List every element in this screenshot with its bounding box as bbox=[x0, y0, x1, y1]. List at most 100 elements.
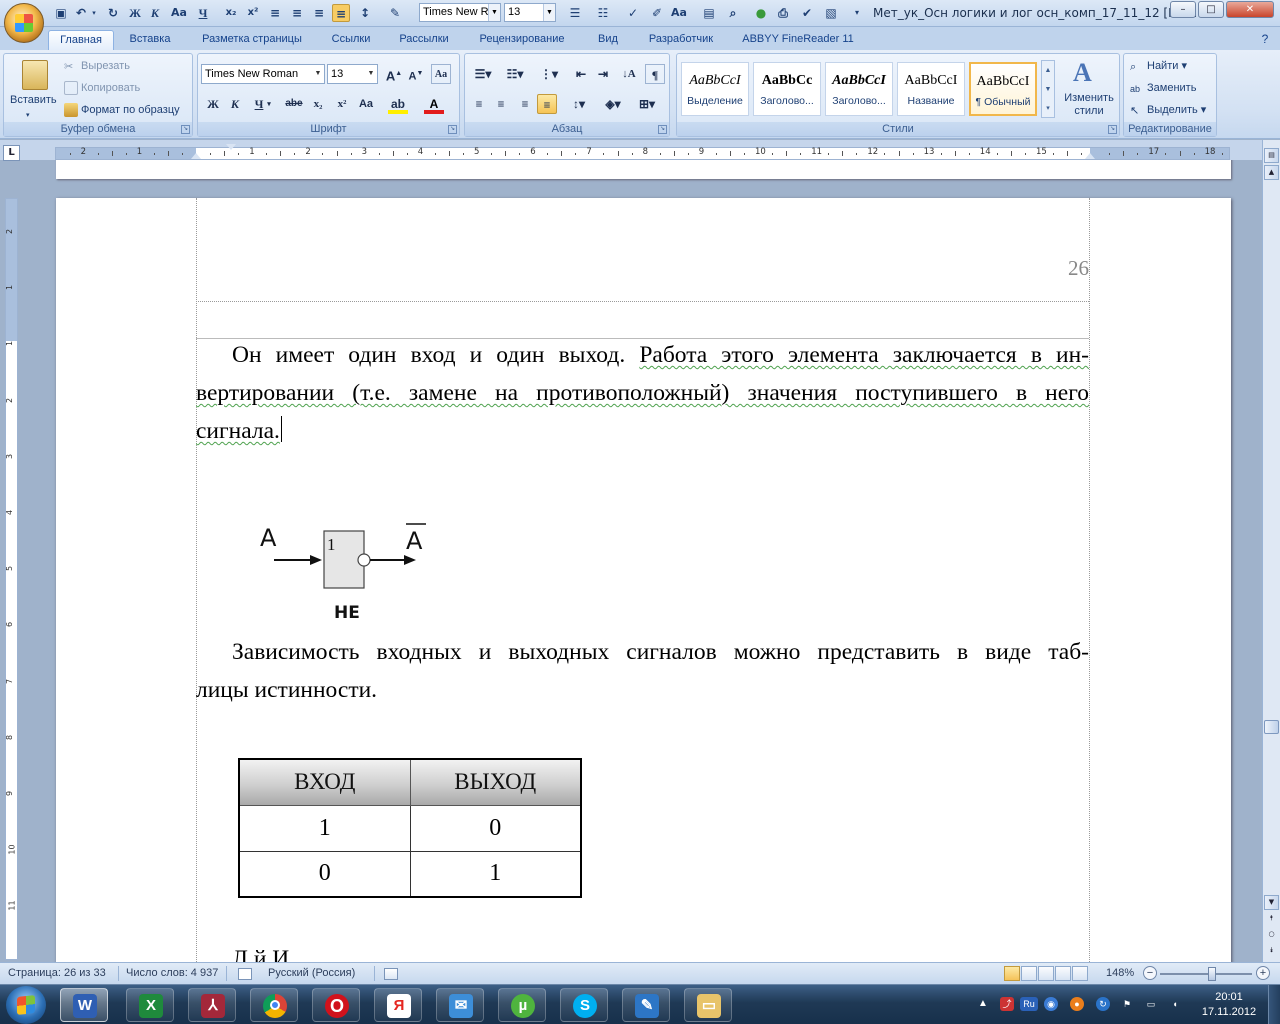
close-button[interactable]: ✕ bbox=[1226, 1, 1274, 18]
font-name-combo[interactable]: Times New Roman ▼ bbox=[201, 64, 325, 84]
align-center-button[interactable]: ≡ bbox=[491, 94, 511, 114]
italic-button[interactable]: К bbox=[225, 94, 245, 114]
tray-monitor-icon[interactable]: ▭ bbox=[1144, 997, 1158, 1011]
help-icon[interactable]: ? bbox=[1256, 30, 1274, 50]
circle-icon[interactable]: ● bbox=[752, 4, 770, 22]
numbering-button[interactable]: ☷▾ bbox=[501, 64, 529, 84]
minimize-button[interactable]: – bbox=[1170, 1, 1196, 18]
clear-format-icon[interactable]: Aa bbox=[431, 64, 451, 84]
taskbar-mail[interactable]: ✉ bbox=[436, 988, 484, 1022]
tab-review[interactable]: Рецензирование bbox=[470, 30, 574, 50]
next-page-icon[interactable]: ⯯ bbox=[1264, 944, 1279, 959]
shrink-font-icon[interactable]: A▼ bbox=[406, 64, 426, 84]
taskbar-word[interactable]: W bbox=[60, 988, 108, 1022]
copy-button[interactable]: Копировать bbox=[64, 80, 140, 96]
style-emphasis[interactable]: AaBbCcI Выделение bbox=[681, 62, 749, 116]
line-spacing-icon[interactable]: ↕ bbox=[356, 4, 374, 22]
proofing-icon[interactable] bbox=[238, 968, 252, 980]
tab-view[interactable]: Вид bbox=[588, 30, 628, 50]
find-icon[interactable]: ⌕ bbox=[724, 4, 742, 22]
macro-record-icon[interactable] bbox=[384, 968, 398, 980]
customize-qat-icon[interactable]: ▾ bbox=[848, 4, 866, 22]
outline-view-icon[interactable] bbox=[1055, 966, 1071, 981]
taskbar-yandex[interactable]: Я bbox=[374, 988, 422, 1022]
tab-references[interactable]: Ссылки bbox=[322, 30, 380, 50]
subscript-icon[interactable]: x₂ bbox=[222, 4, 240, 22]
taskbar-explorer[interactable]: ▭ bbox=[684, 988, 732, 1022]
vertical-scrollbar[interactable]: ▤ ▲ ▼ ⯭ ○ ⯯ bbox=[1262, 140, 1280, 962]
format-painter-button[interactable]: Формат по образцу bbox=[64, 102, 180, 118]
zoom-slider-thumb[interactable] bbox=[1208, 967, 1216, 981]
scroll-down-icon[interactable]: ▼ bbox=[1264, 895, 1279, 910]
bold-button[interactable]: Ж bbox=[203, 94, 223, 114]
taskbar-opera[interactable]: O bbox=[312, 988, 360, 1022]
tray-browser-icon[interactable]: ● bbox=[1070, 997, 1084, 1011]
document-page[interactable]: 26 Он имеет один вход и один выход. Рабо… bbox=[56, 198, 1231, 962]
italic-icon[interactable]: К bbox=[146, 4, 164, 22]
replace-button[interactable]: ab Заменить bbox=[1130, 80, 1196, 96]
multilevel-list-button[interactable]: ⋮▾ bbox=[535, 64, 563, 84]
superscript-icon[interactable]: x² bbox=[244, 4, 262, 22]
show-marks-button[interactable]: ¶ bbox=[645, 64, 665, 84]
clipboard-launcher-icon[interactable]: ↘ bbox=[181, 125, 190, 134]
print-icon[interactable]: ⎙ bbox=[774, 4, 792, 22]
increase-indent-button[interactable]: ⇥ bbox=[593, 64, 613, 84]
language-indicator[interactable]: Русский (Россия) bbox=[268, 967, 355, 979]
style-heading-2[interactable]: AaBbCcI Заголово... bbox=[825, 62, 893, 116]
tray-update-icon[interactable]: ↻ bbox=[1096, 997, 1110, 1011]
select-button[interactable]: ↖ Выделить ▾ bbox=[1130, 102, 1206, 118]
align-right-icon[interactable]: ≡ bbox=[310, 4, 328, 22]
borders-button[interactable]: ⊞▾ bbox=[633, 94, 661, 114]
taskbar-chrome[interactable] bbox=[250, 988, 298, 1022]
language-indicator-tray[interactable]: Ru bbox=[1020, 997, 1038, 1011]
align-center-icon[interactable]: ≡ bbox=[288, 4, 306, 22]
scroll-thumb[interactable] bbox=[1264, 720, 1279, 734]
hanging-indent-marker[interactable] bbox=[191, 153, 201, 159]
subscript-button[interactable]: x₂ bbox=[308, 94, 328, 114]
bullets-icon[interactable]: ☰ bbox=[566, 4, 584, 22]
highlight-icon[interactable]: ✎ bbox=[386, 4, 404, 22]
line-spacing-button[interactable]: ↕▾ bbox=[565, 94, 593, 114]
styles-launcher-icon[interactable]: ↘ bbox=[1108, 125, 1117, 134]
picture-icon[interactable]: ▧ bbox=[822, 4, 840, 22]
change-styles-button[interactable]: Изменить стили bbox=[1061, 92, 1117, 118]
taskbar-acrobat[interactable]: ⅄ bbox=[188, 988, 236, 1022]
tray-arrow-icon[interactable]: ▲ bbox=[976, 997, 990, 1011]
page-indicator[interactable]: Страница: 26 из 33 bbox=[8, 967, 106, 979]
grow-font-icon[interactable]: A▲ bbox=[384, 64, 404, 84]
sort-button[interactable]: ↓A bbox=[619, 64, 639, 84]
find-button[interactable]: ⌕ Найти ▾ bbox=[1130, 58, 1187, 74]
change-case-icon[interactable]: Aa bbox=[170, 4, 188, 22]
tab-home[interactable]: Главная bbox=[48, 30, 114, 50]
paste-icon[interactable]: ▤ bbox=[700, 4, 718, 22]
align-left-icon[interactable]: ≡ bbox=[266, 4, 284, 22]
align-right-button[interactable]: ≡ bbox=[515, 94, 535, 114]
tray-pdf-icon[interactable]: ⤴ bbox=[1000, 997, 1014, 1011]
zoom-out-button[interactable]: − bbox=[1143, 966, 1157, 980]
undo-icon[interactable]: ↶ bbox=[72, 4, 90, 22]
office-button[interactable] bbox=[4, 3, 44, 43]
superscript-button[interactable]: x² bbox=[332, 94, 352, 114]
taskbar-utorrent[interactable]: µ bbox=[498, 988, 546, 1022]
view-ruler-icon[interactable]: ▤ bbox=[1264, 148, 1279, 163]
start-button[interactable] bbox=[6, 986, 46, 1024]
word-count[interactable]: Число слов: 4 937 bbox=[126, 967, 218, 979]
print-layout-view-icon[interactable] bbox=[1004, 966, 1020, 981]
paragraph-2[interactable]: Зависимость входных и выходных сигналов … bbox=[196, 633, 1089, 709]
taskbar-excel[interactable]: X bbox=[126, 988, 174, 1022]
tab-insert[interactable]: Вставка bbox=[120, 30, 180, 50]
vertical-ruler[interactable]: 2 1 1 2 3 4 5 6 7 8 9 10 11 bbox=[5, 198, 18, 960]
decrease-indent-button[interactable]: ⇤ bbox=[571, 64, 591, 84]
tab-mailings[interactable]: Рассылки bbox=[390, 30, 458, 50]
prev-page-icon[interactable]: ⯭ bbox=[1264, 912, 1279, 927]
show-desktop-button[interactable] bbox=[1268, 985, 1280, 1024]
font-launcher-icon[interactable]: ↘ bbox=[448, 125, 457, 134]
font-size-combo[interactable]: 13 ▼ bbox=[327, 64, 378, 84]
change-case-button[interactable]: Aa bbox=[356, 94, 376, 114]
shading-button[interactable]: ◈▾ bbox=[599, 94, 627, 114]
draft-view-icon[interactable] bbox=[1072, 966, 1088, 981]
bold-icon[interactable]: Ж bbox=[126, 4, 144, 22]
qat-size-combo[interactable]: 13 ▼ bbox=[504, 3, 556, 22]
styles-scroll[interactable]: ▲ ▼ ▾ bbox=[1041, 60, 1055, 118]
taskbar-skype[interactable]: S bbox=[560, 988, 608, 1022]
